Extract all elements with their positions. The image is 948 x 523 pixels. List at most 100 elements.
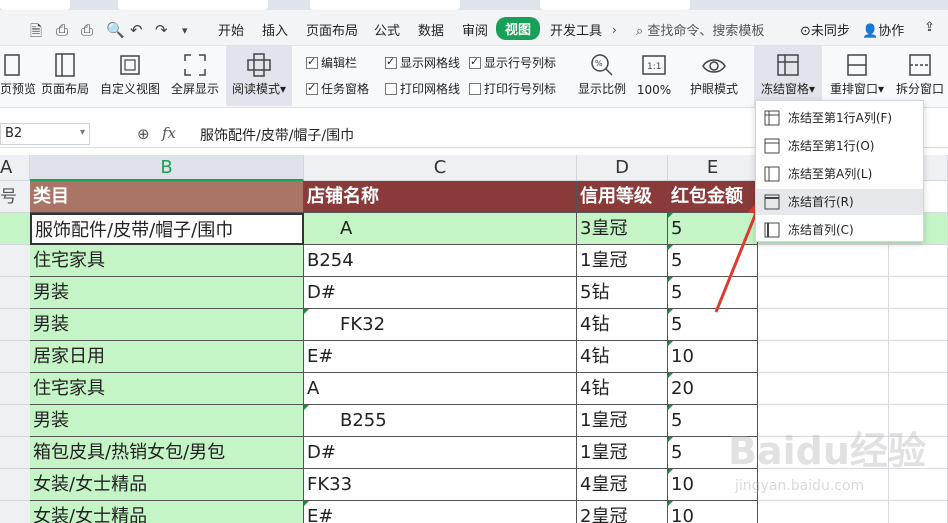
checkbox-box[interactable] (469, 55, 481, 69)
cell-category[interactable]: 女装/女士精品 (30, 501, 304, 523)
empty-cell[interactable] (758, 341, 889, 373)
col-header-d[interactable]: D (577, 155, 668, 181)
row-number[interactable] (0, 277, 30, 309)
empty-cell[interactable] (889, 309, 948, 341)
checkbox-print-headers[interactable]: 打印行号列标 (469, 80, 556, 97)
empty-cell[interactable] (889, 501, 948, 523)
sync-status[interactable]: ⊙未同步 (800, 20, 850, 39)
cell-credit-level[interactable]: 2皇冠 (577, 501, 668, 523)
checkbox-box[interactable] (385, 55, 397, 69)
cell-category[interactable]: 住宅家具 (30, 245, 304, 277)
col-header-c[interactable]: C (304, 155, 577, 181)
custom-view-button[interactable]: 自定义视图 (98, 46, 162, 106)
page-layout-button[interactable]: 页面布局 (38, 46, 92, 106)
row-number[interactable] (0, 501, 30, 523)
menu-review[interactable]: 审阅 (462, 20, 488, 39)
empty-cell[interactable] (758, 373, 889, 405)
print-icon[interactable]: ⎙ (81, 21, 93, 39)
cell-red-packet[interactable]: 10 (668, 501, 758, 523)
row-number[interactable] (0, 245, 30, 277)
cell-category[interactable]: 居家日用 (30, 341, 304, 373)
row-number[interactable] (0, 469, 30, 501)
row-number[interactable] (0, 213, 30, 245)
cell-red-packet[interactable]: 20 (668, 373, 758, 405)
cell-shop-name[interactable]: B254 (304, 245, 577, 277)
redo-icon[interactable]: ↷ (155, 21, 168, 39)
checkbox-row-col-headers[interactable]: 显示行号列标 (469, 54, 556, 71)
collab-button[interactable]: 👤协作 (862, 20, 904, 39)
menu-freeze-first-row[interactable]: 冻结首行(R) (756, 189, 923, 215)
cell-credit-level[interactable]: 5钻 (577, 277, 668, 309)
row-number[interactable] (0, 309, 30, 341)
menu-freeze-row1-cola[interactable]: 冻结至第1行A列(F) (756, 105, 923, 131)
fullscreen-button[interactable]: 全屏显示 (168, 46, 222, 106)
cell-shop-name[interactable]: D# (304, 437, 577, 469)
rearrange-window-button[interactable]: 重排窗口▾ (826, 46, 888, 106)
menu-view[interactable]: 视图 (496, 17, 541, 40)
read-mode-button[interactable]: 阅读模式▾ (226, 46, 292, 106)
cell-category[interactable]: 服饰配件/皮带/帽子/围巾 (30, 213, 304, 245)
doc-tab[interactable] (0, 0, 70, 10)
doc-tab[interactable] (118, 0, 268, 10)
menu-freeze-row1[interactable]: 冻结至第1行(O) (756, 133, 923, 159)
checkbox-formula-bar[interactable]: 编辑栏 (306, 54, 357, 71)
zoom-100-button[interactable]: 1:1 100% (634, 46, 674, 106)
checkbox-print-gridlines[interactable]: 打印网格线 (385, 80, 460, 97)
menu-page-layout[interactable]: 页面布局 (306, 20, 358, 39)
checkbox-task-pane[interactable]: 任务窗格 (306, 80, 369, 97)
share-button[interactable]: ⇪ (924, 20, 935, 35)
cell-shop-name[interactable]: E# (304, 501, 577, 523)
cell-category[interactable]: 男装 (30, 309, 304, 341)
eye-mode-button[interactable]: 护眼模式 (686, 46, 742, 106)
row-number[interactable] (0, 405, 30, 437)
empty-cell[interactable] (758, 501, 889, 523)
more-dropdown-icon[interactable]: ▾ (182, 24, 188, 37)
fx-icon[interactable]: fx (162, 124, 176, 142)
checkbox-box[interactable] (385, 83, 397, 95)
cell-category[interactable]: 男装 (30, 405, 304, 437)
cell-credit-level[interactable]: 3皇冠 (577, 213, 668, 245)
doc-tab-active[interactable] (540, 0, 690, 10)
save-icon[interactable]: 🗎 (30, 21, 42, 46)
page-preview-button[interactable]: 页预览 (0, 46, 36, 106)
cell-category[interactable]: 住宅家具 (30, 373, 304, 405)
cell-credit-level[interactable]: 4皇冠 (577, 469, 668, 501)
empty-cell[interactable] (889, 277, 948, 309)
cell-credit-level[interactable]: 4钻 (577, 373, 668, 405)
cell-red-packet[interactable]: 10 (668, 341, 758, 373)
export-icon[interactable]: ⎙ (56, 21, 68, 39)
cell-shop-name[interactable]: E# (304, 341, 577, 373)
header-credit-level[interactable]: 信用等级 (577, 181, 668, 213)
cell-category[interactable]: 女装/女士精品 (30, 469, 304, 501)
cell-shop-name[interactable]: A (304, 213, 577, 245)
col-header-b[interactable]: B (30, 155, 304, 181)
checkbox-box[interactable] (469, 83, 481, 95)
row-number[interactable] (0, 341, 30, 373)
cell-category[interactable]: 男装 (30, 277, 304, 309)
split-window-button[interactable]: 拆分窗口 (892, 46, 948, 106)
cell-credit-level[interactable]: 1皇冠 (577, 245, 668, 277)
checkbox-box[interactable] (306, 81, 318, 95)
menu-formula[interactable]: 公式 (374, 20, 400, 39)
header-category[interactable]: 类目 (30, 181, 304, 213)
checkbox-gridlines[interactable]: 显示网格线 (385, 54, 460, 71)
empty-cell[interactable] (889, 341, 948, 373)
cell-shop-name[interactable]: FK33 (304, 469, 577, 501)
cell-credit-level[interactable]: 4钻 (577, 309, 668, 341)
col-header-a[interactable]: A (0, 155, 30, 181)
cell-credit-level[interactable]: 1皇冠 (577, 437, 668, 469)
menu-insert[interactable]: 插入 (262, 20, 288, 39)
freeze-panes-button[interactable]: 冻结窗格▾ (754, 46, 822, 106)
menu-freeze-first-col[interactable]: 冻结首列(C) (756, 217, 923, 243)
menu-data[interactable]: 数据 (418, 20, 444, 39)
preview-icon[interactable]: 🔍 (106, 21, 125, 39)
formula-content[interactable]: 服饰配件/皮带/帽子/围巾 (200, 125, 354, 145)
col-header-e[interactable]: E (668, 155, 758, 181)
cell-credit-level[interactable]: 1皇冠 (577, 405, 668, 437)
header-shop-name[interactable]: 店铺名称 (304, 181, 577, 213)
name-box[interactable]: B2 ▾ (0, 123, 90, 145)
cell-shop-name[interactable]: D# (304, 277, 577, 309)
cell-shop-name[interactable]: B255 (304, 405, 577, 437)
menu-freeze-cola[interactable]: 冻结至第A列(L) (756, 161, 923, 187)
zoom-ratio-button[interactable]: % 显示比例 (576, 46, 628, 106)
